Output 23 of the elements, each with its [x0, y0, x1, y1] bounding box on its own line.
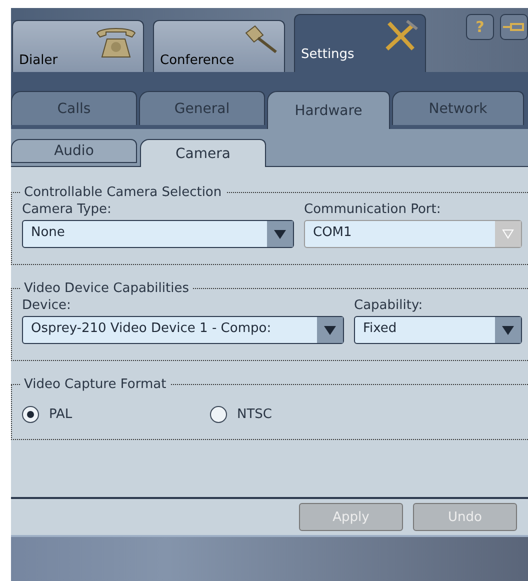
tools-icon — [383, 19, 419, 53]
pin-icon — [503, 21, 525, 33]
field-label: Device: — [22, 298, 72, 313]
radio-option[interactable]: PAL — [22, 406, 210, 423]
dropdown[interactable]: None — [22, 220, 294, 248]
group-title: Video Device Capabilities — [23, 281, 190, 296]
sub-tab[interactable]: Camera — [140, 139, 266, 167]
radio-option[interactable]: NTSC — [210, 406, 398, 423]
sub-tab[interactable]: Audio — [11, 139, 137, 163]
pin-button[interactable] — [500, 14, 528, 40]
field-label: Communication Port: — [304, 202, 442, 217]
gavel-icon — [244, 25, 278, 55]
field-label: Camera Type: — [22, 202, 112, 217]
dropdown[interactable]: Osprey-210 Video Device 1 - Compo: — [22, 316, 344, 344]
telephone-icon — [95, 25, 137, 59]
main-tab[interactable]: Conference — [153, 20, 285, 72]
field-label: Capability: — [354, 298, 424, 313]
group-title: Video Capture Format — [23, 377, 168, 392]
main-tab[interactable]: Dialer — [12, 20, 144, 72]
main-tab[interactable]: Settings — [294, 14, 426, 72]
dropdown[interactable]: Fixed — [354, 316, 522, 344]
group-title: Controllable Camera Selection — [23, 185, 223, 200]
section-tab[interactable]: Hardware — [267, 91, 390, 129]
